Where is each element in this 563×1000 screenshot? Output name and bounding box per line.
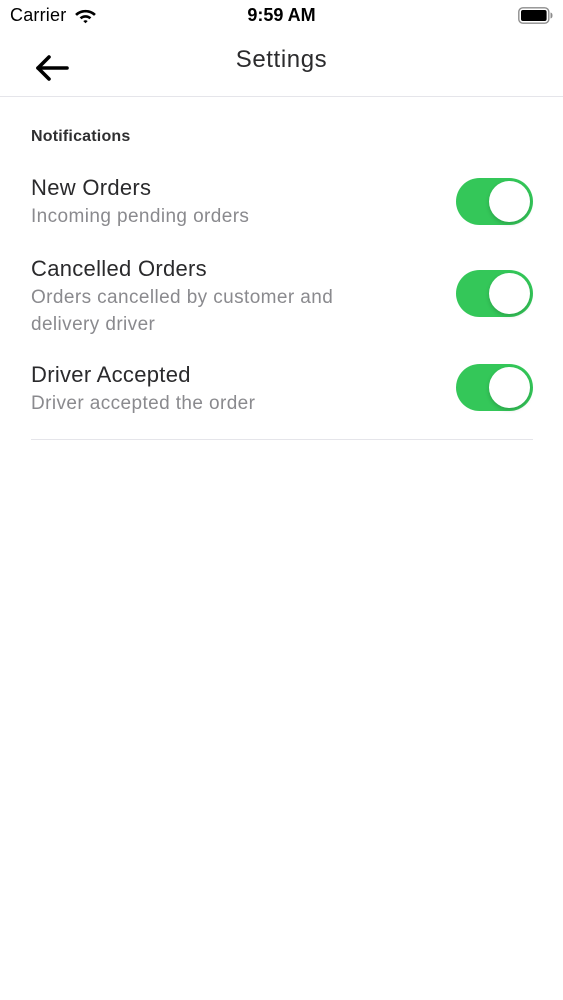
setting-row-new-orders: New Orders Incoming pending orders	[31, 173, 533, 230]
page-title: Settings	[235, 46, 328, 73]
toggle-knob	[489, 367, 530, 408]
section-divider	[31, 439, 533, 440]
status-time: 9:59 AM	[247, 5, 316, 25]
status-bar: Carrier 9:59 AM	[0, 0, 563, 32]
setting-subtitle: Incoming pending orders	[31, 206, 250, 227]
navigation-bar: Settings	[0, 32, 563, 97]
setting-row-driver-accepted: Driver Accepted Driver accepted the orde…	[31, 360, 533, 417]
setting-subtitle: Orders cancelled by customer and deliver…	[31, 287, 334, 335]
setting-subtitle: Driver accepted the order	[31, 393, 256, 414]
setting-row-cancelled-orders: Cancelled Orders Orders cancelled by cus…	[31, 254, 533, 338]
setting-title: Cancelled Orders	[31, 256, 207, 281]
battery-icon	[518, 7, 553, 24]
toggle-knob	[489, 273, 530, 314]
new-orders-toggle[interactable]	[456, 178, 533, 225]
section-header: Notifications	[31, 128, 131, 145]
toggle-knob	[489, 181, 530, 222]
cancelled-orders-toggle[interactable]	[456, 270, 533, 317]
driver-accepted-toggle[interactable]	[456, 364, 533, 411]
